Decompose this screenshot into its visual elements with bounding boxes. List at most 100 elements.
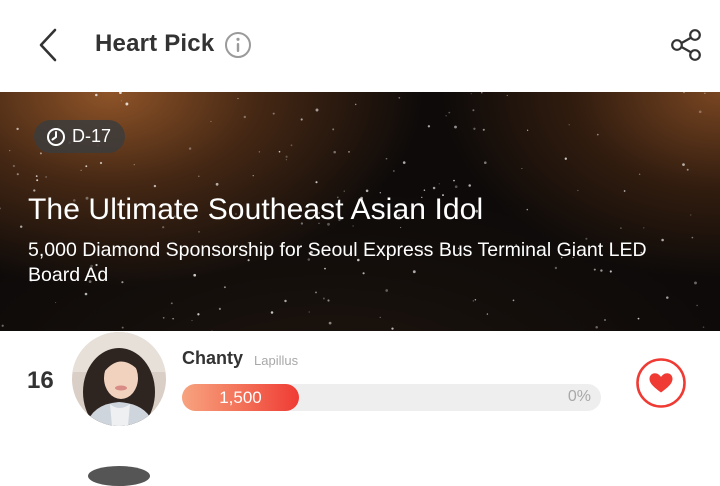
star-dot [188, 147, 192, 150]
heart-icon [636, 358, 686, 408]
star-dot [595, 326, 598, 329]
star-dot [620, 227, 622, 229]
star-dot [0, 207, 2, 210]
star-dot [348, 151, 350, 153]
star-dot [84, 292, 88, 296]
ranking-row[interactable]: 16 Chanty Lapillus 1,500 0% [0, 331, 720, 441]
star-dot [197, 175, 200, 178]
star-dot [315, 108, 319, 112]
share-icon [671, 29, 701, 61]
star-dot [564, 157, 567, 160]
star-dot [218, 307, 221, 310]
star-dot [45, 176, 47, 178]
star-dot [332, 128, 335, 131]
star-dot [170, 302, 173, 305]
event-banner: D-17 The Ultimate Southeast Asian Idol 5… [0, 92, 720, 331]
star-dot [162, 316, 165, 319]
star-dot [16, 127, 19, 131]
star-dot [121, 326, 124, 329]
star-dot [80, 169, 82, 171]
star-dot [577, 189, 579, 192]
star-dot [16, 173, 19, 176]
clock-icon [47, 127, 65, 146]
star-dot [237, 98, 239, 100]
star-dot [322, 297, 325, 300]
star-dot [327, 299, 330, 302]
info-icon [225, 32, 251, 58]
star-dot [36, 179, 39, 182]
chevron-left-icon [39, 28, 57, 62]
star-dot [385, 157, 388, 160]
star-dot [454, 125, 457, 129]
star-dot [55, 302, 57, 304]
info-button[interactable] [224, 31, 252, 59]
star-dot [333, 150, 336, 154]
star-dot [99, 161, 103, 165]
star-dot [568, 124, 570, 126]
star-dot [385, 289, 389, 292]
star-dot [696, 304, 698, 307]
star-dot [85, 165, 88, 168]
star-dot [704, 92, 706, 94]
star-dot [35, 175, 38, 177]
star-dot [12, 164, 16, 168]
avatar[interactable] [72, 332, 166, 426]
star-dot [521, 167, 523, 170]
star-dot [526, 208, 529, 211]
star-dot [448, 111, 451, 114]
star-dot [39, 152, 42, 155]
star-dot [285, 155, 288, 158]
star-dot [506, 94, 508, 97]
star-dot [290, 144, 293, 147]
star-dot [468, 184, 471, 187]
star-dot [315, 181, 318, 184]
d-day-label: D-17 [72, 126, 112, 146]
star-dot [300, 118, 303, 121]
star-dot [702, 326, 705, 328]
star-dot [153, 184, 157, 188]
page-title: Heart Pick [95, 30, 215, 57]
star-dot [172, 317, 174, 320]
next-row-avatar[interactable] [88, 466, 150, 486]
star-dot [453, 179, 455, 182]
star-dot [694, 281, 697, 285]
vote-progress-bar: 1,500 0% [182, 384, 601, 411]
star-dot [683, 92, 685, 94]
star-dot [686, 168, 689, 171]
star-dot [432, 186, 436, 190]
star-dot [691, 236, 694, 239]
star-dot [423, 189, 426, 191]
app-header: Heart Pick [0, 0, 720, 92]
star-dot [474, 299, 477, 301]
event-title: The Ultimate Southeast Asian Idol [28, 193, 484, 226]
star-dot [445, 115, 447, 117]
star-dot [308, 311, 310, 313]
star-dot [270, 311, 274, 314]
star-dot [125, 102, 129, 106]
star-dot [398, 96, 401, 99]
star-dot [9, 149, 11, 152]
star-dot [427, 125, 431, 128]
d-day-badge: D-17 [34, 120, 126, 153]
star-dot [315, 291, 317, 294]
star-dot [604, 319, 606, 321]
star-dot [698, 110, 702, 114]
vote-heart-button[interactable] [635, 357, 687, 409]
star-dot [328, 321, 332, 325]
star-dot [638, 173, 641, 176]
star-dot [454, 185, 458, 189]
star-dot [198, 231, 200, 233]
share-button[interactable] [666, 25, 706, 65]
rank-number: 16 [27, 367, 54, 394]
vote-percent: 0% [567, 388, 591, 405]
star-dot [284, 299, 287, 303]
star-dot [393, 170, 395, 172]
star-dot [402, 161, 406, 164]
star-dot [470, 93, 472, 95]
back-button[interactable] [30, 24, 66, 66]
vote-count: 1,500 [219, 387, 262, 407]
star-dot [512, 299, 515, 302]
star-dot [399, 226, 402, 229]
star-dot [682, 163, 685, 166]
star-dot [472, 109, 475, 112]
